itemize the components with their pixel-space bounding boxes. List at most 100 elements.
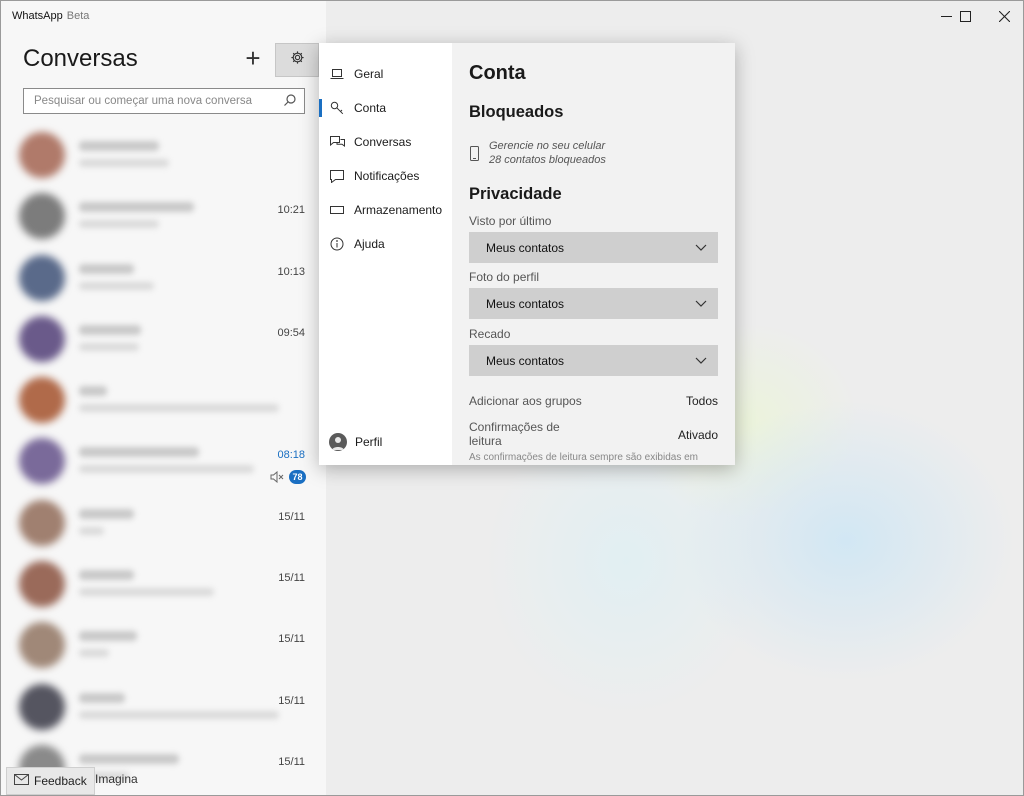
muted-icon	[270, 470, 284, 488]
chat-list-item[interactable]: 08:18 78	[1, 429, 326, 490]
read-receipts-label: Confirmações de leitura	[469, 420, 560, 448]
message-preview-blurred	[79, 588, 214, 597]
avatar	[19, 377, 65, 424]
contact-name-blurred	[79, 202, 194, 213]
avatar	[19, 561, 65, 608]
chat-time: 15/11	[278, 755, 305, 768]
new-chat-button[interactable]: +	[239, 45, 267, 73]
maximize-button[interactable]	[945, 1, 985, 31]
chat-time: 15/11	[278, 694, 305, 707]
app-suffix: Beta	[66, 10, 90, 22]
chevron-down-icon	[694, 353, 708, 370]
chat-time: 15/11	[278, 510, 305, 523]
contact-name-blurred	[79, 508, 134, 519]
add-to-groups-label: Adicionar aos grupos	[469, 394, 582, 408]
nav-item-ajuda[interactable]: Ajuda	[319, 229, 452, 259]
contact-name-blurred	[79, 447, 199, 458]
avatar	[19, 622, 65, 669]
contact-name-blurred	[79, 570, 134, 581]
avatar	[19, 683, 65, 730]
nav-item-perfil[interactable]: Perfil	[319, 427, 452, 457]
nav-label: Conta	[354, 101, 387, 115]
chat-list: 10:21 10:13 09:54 08:18 78 15/11 15/11 15/11 15/…	[1, 123, 326, 795]
search-box[interactable]	[23, 88, 305, 114]
read-receipts-note: As confirmações de leitura sempre são ex…	[469, 452, 698, 463]
avatar	[19, 438, 65, 485]
read-receipts-value[interactable]: Ativado	[678, 428, 718, 442]
message-preview-blurred	[79, 220, 159, 229]
message-preview-blurred	[79, 342, 139, 351]
nav-label: Geral	[354, 67, 384, 81]
key-icon	[329, 100, 345, 116]
nav-label: Notificações	[354, 169, 420, 183]
last-seen-dropdown[interactable]: Meus contatos	[469, 232, 718, 263]
settings-button[interactable]	[275, 43, 319, 77]
chat-time: 10:21	[277, 204, 305, 217]
chat-time: 15/11	[278, 633, 305, 646]
message-preview-blurred	[79, 281, 154, 290]
settings-title: Conta	[469, 62, 526, 84]
contact-name-blurred	[79, 141, 159, 151]
nav-item-conta[interactable]: Conta	[319, 93, 452, 123]
avatar	[19, 315, 65, 362]
contact-name-blurred	[79, 631, 137, 642]
feedback-label: Feedback	[34, 774, 87, 788]
message-preview-blurred	[79, 710, 279, 719]
chat-list-item[interactable]	[1, 368, 326, 429]
contact-name-blurred	[79, 263, 134, 274]
app-name: WhatsApp	[12, 10, 63, 22]
app-title: WhatsApp Beta	[12, 10, 89, 22]
chat-list-item[interactable]: 15/11	[1, 552, 326, 613]
chat-list-item[interactable]: 15/11	[1, 675, 326, 736]
feedback-button[interactable]: Feedback	[6, 767, 95, 795]
avatar	[19, 499, 65, 546]
message-preview-blurred	[79, 465, 254, 474]
chat-list-item[interactable]: 10:13	[1, 246, 326, 307]
nav-item-geral[interactable]: Geral	[319, 59, 452, 89]
profile-photo-label: Foto do perfil	[469, 270, 540, 284]
search-input[interactable]	[24, 89, 264, 113]
app-window: Conversas + 10:2110:1309:5408:187815/111…	[0, 0, 1024, 796]
close-button[interactable]	[984, 1, 1023, 31]
settings-panel: Geral Conta Conversas Notificações Armaz…	[319, 43, 735, 465]
nav-label: Perfil	[355, 435, 383, 449]
nav-label: Conversas	[354, 135, 412, 149]
message-preview-blurred	[79, 159, 169, 167]
settings-nav: Geral Conta Conversas Notificações Armaz…	[319, 43, 452, 465]
title-bar: WhatsApp Beta	[1, 1, 1023, 31]
laptop-icon	[329, 66, 345, 82]
chat-time: 10:13	[277, 265, 305, 278]
add-to-groups-value[interactable]: Todos	[686, 394, 718, 408]
avatar	[19, 254, 65, 301]
chat-preview-fragment: Imagina	[95, 772, 138, 786]
avatar-icon	[329, 433, 347, 451]
nav-item-conversas[interactable]: Conversas	[319, 127, 452, 157]
nav-item-notificacoes[interactable]: Notificações	[319, 161, 452, 191]
chat-list-item[interactable]: 15/11	[1, 491, 326, 552]
chevron-down-icon	[694, 240, 708, 257]
message-icon	[329, 168, 345, 184]
last-seen-label: Visto por último	[469, 214, 552, 228]
chat-list-item[interactable]	[1, 123, 326, 184]
avatar	[19, 132, 65, 178]
blocked-heading: Bloqueados	[469, 103, 564, 121]
chat-list-item[interactable]: 15/11	[1, 613, 326, 674]
chat-list-item[interactable]: 10:21	[1, 184, 326, 245]
storage-icon	[329, 202, 345, 218]
search-icon[interactable]	[283, 93, 297, 112]
message-preview-blurred	[79, 526, 104, 535]
chat-list-item[interactable]: 09:54	[1, 307, 326, 368]
nav-item-armazenamento[interactable]: Armazenamento	[319, 195, 452, 225]
chevron-down-icon	[694, 296, 708, 313]
about-label: Recado	[469, 327, 511, 341]
about-dropdown[interactable]: Meus contatos	[469, 345, 718, 376]
info-icon	[329, 236, 345, 252]
avatar	[19, 193, 65, 240]
contact-name-blurred	[79, 386, 107, 397]
contact-name-blurred	[79, 324, 141, 335]
contact-name-blurred	[79, 753, 179, 764]
profile-photo-dropdown[interactable]: Meus contatos	[469, 288, 718, 319]
gear-icon	[290, 50, 305, 70]
nav-label: Ajuda	[354, 237, 385, 251]
chat-icon	[329, 134, 345, 150]
